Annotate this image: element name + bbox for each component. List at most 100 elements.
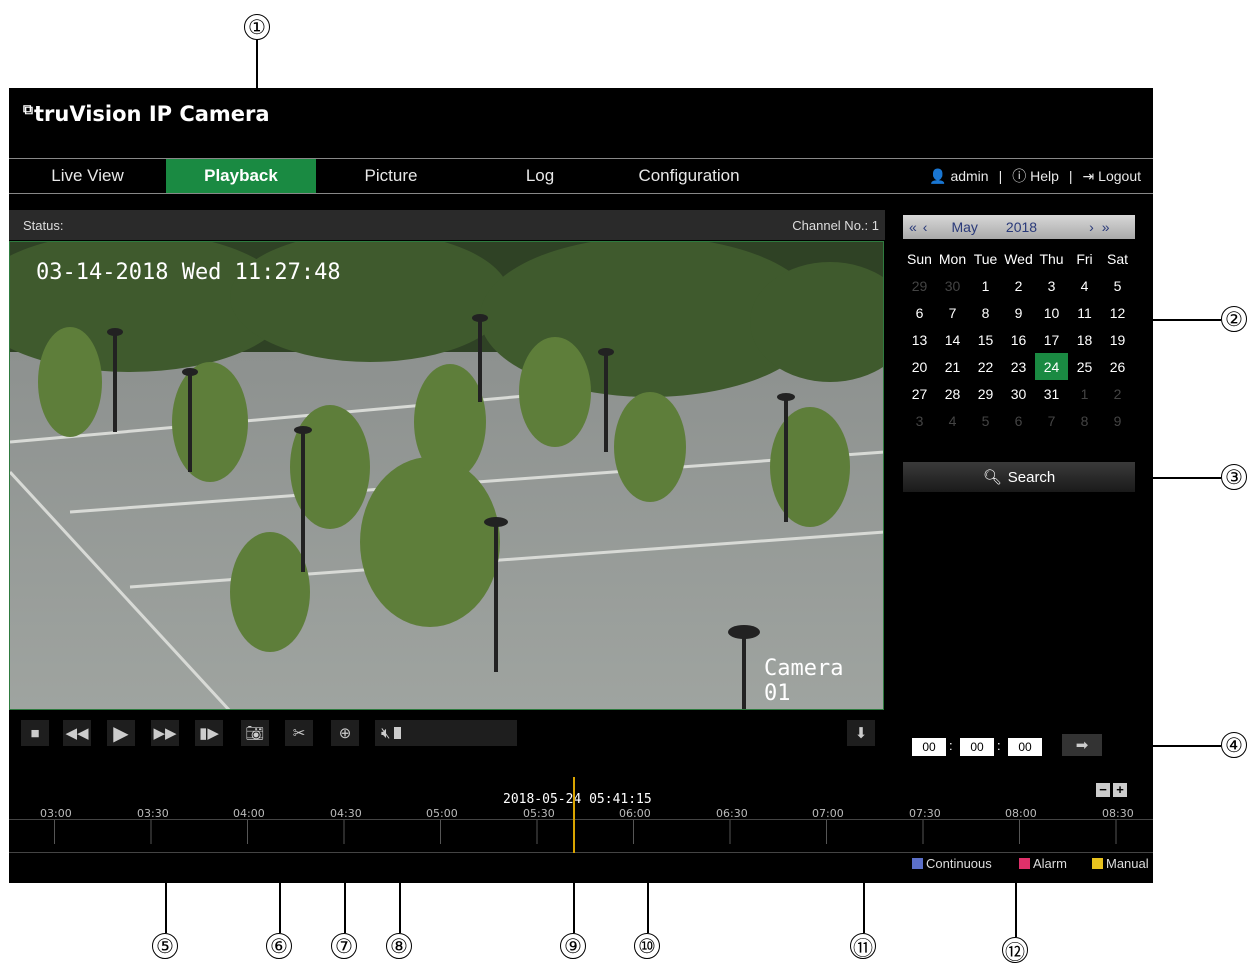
calendar-day[interactable]: 17 (1035, 326, 1068, 353)
calendar-day[interactable]: 11 (1068, 299, 1101, 326)
calendar-day[interactable]: 12 (1101, 299, 1134, 326)
calendar-day-selected[interactable]: 24 (1035, 353, 1068, 380)
zoom-in-icon: ⊕ (338, 725, 352, 742)
app-title: truVision IP Camera (34, 102, 270, 126)
calendar-day[interactable]: 9 (1002, 299, 1035, 326)
tab-configuration[interactable]: Configuration (614, 159, 764, 193)
calendar-day[interactable]: 10 (1035, 299, 1068, 326)
calendar-day[interactable]: 13 (903, 326, 936, 353)
calendar-day[interactable]: 9 (1101, 407, 1134, 434)
zoom-out-button[interactable]: − (1096, 783, 1110, 797)
calendar-day[interactable]: 7 (936, 299, 969, 326)
play-button[interactable]: ▶ (107, 720, 135, 746)
weekday-label: Fri (1076, 250, 1093, 267)
calendar-week: 29 30 1 2 3 4 5 (903, 272, 1134, 299)
time-second-input[interactable]: 00 (1008, 738, 1042, 756)
calendar-day[interactable]: 23 (1002, 353, 1035, 380)
calendar-day[interactable]: 28 (936, 380, 969, 407)
calendar-week: 3 4 5 6 7 8 9 (903, 407, 1134, 434)
download-button[interactable]: ⬇ (847, 720, 875, 746)
fast-forward-button[interactable]: ▶▶ (151, 720, 179, 746)
calendar-day[interactable]: 16 (1002, 326, 1035, 353)
calendar-day[interactable]: 20 (903, 353, 936, 380)
camera-name-overlay: Camera 01 (764, 656, 844, 706)
legend-label: Alarm (1033, 856, 1067, 871)
volume-slider-handle[interactable] (394, 727, 402, 739)
single-frame-button[interactable]: ▮▶ (195, 720, 223, 746)
calendar-month: May (951, 219, 978, 235)
download-icon: ⬇ (854, 725, 868, 742)
calendar: « ‹ May 2018 › » Sun Mon Tue Wed Thu Fri… (903, 215, 1135, 434)
user-link[interactable]: 👤 admin (929, 168, 988, 185)
search-icon: 🔍︎ (982, 469, 1002, 486)
slow-forward-button[interactable]: ◀◀ (63, 720, 91, 746)
calendar-day[interactable]: 26 (1101, 353, 1134, 380)
help-link[interactable]: ⓘ Help (1012, 166, 1059, 186)
calendar-day[interactable]: 29 (903, 272, 936, 299)
next-month-icon[interactable]: › (1089, 219, 1094, 235)
logout-link[interactable]: ⇥ Logout (1083, 168, 1141, 185)
camera-icon: 📷︎ (245, 725, 265, 742)
calendar-day[interactable]: 27 (903, 380, 936, 407)
calendar-day[interactable]: 7 (1035, 407, 1068, 434)
prev-year-icon[interactable]: « (909, 219, 917, 235)
calendar-header: « ‹ May 2018 › » (903, 215, 1135, 239)
zoom-in-button[interactable]: + (1113, 783, 1127, 797)
calendar-day[interactable]: 3 (903, 407, 936, 434)
calendar-day[interactable]: 30 (1002, 380, 1035, 407)
calendar-day[interactable]: 8 (1068, 407, 1101, 434)
timeline-current-time: 2018-05-24 05:41:15 (503, 792, 652, 807)
calendar-day[interactable]: 29 (969, 380, 1002, 407)
calendar-day[interactable]: 18 (1068, 326, 1101, 353)
stop-icon: ■ (30, 724, 40, 742)
calendar-day[interactable]: 3 (1035, 272, 1068, 299)
calendar-day[interactable]: 4 (1068, 272, 1101, 299)
time-hour-input[interactable]: 00 (912, 738, 946, 756)
calendar-day[interactable]: 8 (969, 299, 1002, 326)
prev-month-icon[interactable]: ‹ (923, 219, 928, 235)
weekday-label: Tue (973, 250, 998, 267)
calendar-day[interactable]: 22 (969, 353, 1002, 380)
calendar-day[interactable]: 6 (1002, 407, 1035, 434)
digital-zoom-button[interactable]: ⊕ (331, 720, 359, 746)
playback-controls: ■ ◀◀ ▶ ▶▶ ▮▶ 📷︎ ✂ ⊕ 🔇︎ ⬇ (9, 720, 885, 754)
stop-button[interactable]: ■ (21, 720, 49, 746)
video-player[interactable]: 03-14-2018 Wed 11:27:48 Camera 01 (9, 241, 884, 710)
capture-button[interactable]: 📷︎ (241, 720, 269, 746)
calendar-day[interactable]: 2 (1002, 272, 1035, 299)
calendar-day[interactable]: 19 (1101, 326, 1134, 353)
calendar-day[interactable]: 21 (936, 353, 969, 380)
search-button[interactable]: 🔍︎ Search (903, 462, 1135, 492)
calendar-day[interactable]: 25 (1068, 353, 1101, 380)
legend-swatch (912, 858, 923, 869)
tab-playback[interactable]: Playback (166, 159, 316, 193)
calendar-day[interactable]: 5 (969, 407, 1002, 434)
callout-7: ⑦ (331, 933, 357, 959)
calendar-day[interactable]: 1 (1068, 380, 1101, 407)
nav-separator: | (998, 168, 1003, 184)
go-to-time-button[interactable]: ➡ (1062, 734, 1102, 756)
logout-label: Logout (1098, 167, 1141, 184)
clip-button[interactable]: ✂ (285, 720, 313, 746)
calendar-day[interactable]: 14 (936, 326, 969, 353)
legend-swatch (1092, 858, 1103, 869)
next-year-icon[interactable]: » (1102, 219, 1110, 235)
timeline-cursor[interactable] (573, 777, 575, 853)
calendar-day[interactable]: 31 (1035, 380, 1068, 407)
callout-3: ③ (1221, 464, 1247, 490)
audio-button[interactable]: 🔇︎ (375, 720, 517, 746)
tab-picture[interactable]: Picture (316, 159, 466, 193)
calendar-day[interactable]: 5 (1101, 272, 1134, 299)
timeline-tick: 08:00 (1005, 807, 1037, 820)
calendar-day[interactable]: 1 (969, 272, 1002, 299)
calendar-day[interactable]: 15 (969, 326, 1002, 353)
timeline-tick: 03:00 (40, 807, 72, 820)
app-logo: ⧉truVision IP Camera (23, 102, 270, 126)
calendar-day[interactable]: 6 (903, 299, 936, 326)
calendar-day[interactable]: 4 (936, 407, 969, 434)
tab-live-view[interactable]: Live View (9, 159, 166, 193)
calendar-day[interactable]: 2 (1101, 380, 1134, 407)
tab-log[interactable]: Log (466, 159, 614, 193)
calendar-day[interactable]: 30 (936, 272, 969, 299)
time-minute-input[interactable]: 00 (960, 738, 994, 756)
